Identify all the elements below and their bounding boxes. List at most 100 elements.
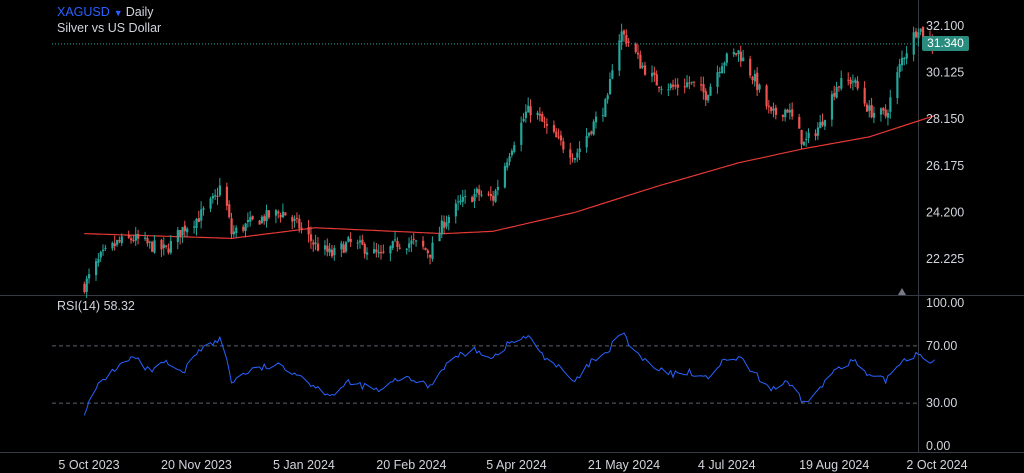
candle-body bbox=[886, 112, 890, 118]
price-tick-label: 30.125 bbox=[926, 66, 964, 80]
candle-body bbox=[120, 236, 123, 244]
candle-body bbox=[709, 86, 712, 96]
candle-body bbox=[365, 252, 369, 255]
candle-body bbox=[314, 242, 317, 244]
candle-body bbox=[165, 245, 168, 247]
candle-body bbox=[382, 251, 385, 253]
time-tick-label: 19 Aug 2024 bbox=[799, 458, 869, 472]
candle-body bbox=[772, 108, 775, 111]
price-tick-label: 24.200 bbox=[926, 205, 964, 219]
candle-body bbox=[686, 82, 689, 87]
candle-body bbox=[807, 132, 810, 138]
candle-body bbox=[132, 240, 135, 242]
candle-body bbox=[391, 241, 394, 248]
candle-body bbox=[718, 71, 721, 73]
candle-body bbox=[917, 32, 920, 39]
candle-body bbox=[116, 240, 119, 245]
candle-body bbox=[555, 131, 558, 138]
candle-body bbox=[508, 156, 511, 162]
candle-body bbox=[144, 237, 147, 240]
candle-body bbox=[650, 72, 654, 77]
candle-body bbox=[882, 108, 885, 111]
candle-body bbox=[487, 193, 490, 195]
candle-body bbox=[912, 32, 915, 55]
candle-body bbox=[805, 138, 808, 141]
chart-canvas[interactable]: 32.100 30.125 28.150 26.175 24.200 22.225 100.… bbox=[0, 0, 1024, 473]
candle-body bbox=[674, 85, 677, 87]
candle-body bbox=[732, 52, 735, 55]
candle-body bbox=[854, 79, 857, 83]
candle-body bbox=[573, 158, 577, 160]
candle-body bbox=[884, 109, 887, 117]
scroll-to-latest-icon[interactable] bbox=[898, 288, 906, 295]
candle-body bbox=[349, 238, 352, 243]
candle-body bbox=[405, 248, 408, 250]
candle-body bbox=[590, 131, 593, 134]
candle-body bbox=[307, 227, 310, 235]
candle-body bbox=[770, 106, 773, 112]
candle-body bbox=[725, 53, 728, 63]
candle-body bbox=[478, 189, 481, 195]
candle-body bbox=[424, 247, 427, 250]
candle-body bbox=[443, 221, 446, 228]
candle-body bbox=[774, 107, 778, 115]
candle-body bbox=[333, 248, 336, 256]
candle-body bbox=[503, 165, 507, 188]
candle-body bbox=[242, 226, 245, 231]
candle-body bbox=[536, 112, 539, 116]
candle-body bbox=[870, 105, 873, 118]
rsi-value: 58.32 bbox=[103, 299, 135, 313]
candle-body bbox=[312, 242, 315, 245]
candle-body bbox=[634, 43, 637, 53]
candle-body bbox=[494, 190, 497, 202]
candle-body bbox=[375, 249, 378, 253]
candle-body bbox=[903, 58, 906, 60]
chart-header: XAGUSD ▼ Daily bbox=[57, 5, 154, 19]
moving-average-line bbox=[84, 115, 935, 240]
candle-body bbox=[394, 239, 397, 241]
price-tick-label: 28.150 bbox=[926, 112, 964, 126]
candle-body bbox=[408, 243, 411, 248]
candle-body bbox=[83, 284, 86, 293]
candle-body bbox=[513, 145, 516, 152]
candle-body bbox=[225, 186, 229, 206]
candle-body bbox=[639, 54, 642, 69]
candle-body bbox=[914, 31, 918, 38]
candle-body bbox=[328, 248, 331, 253]
rsi-legend: RSI(14) 58.32 bbox=[57, 299, 135, 313]
candle-body bbox=[529, 106, 532, 116]
candle-body bbox=[786, 109, 789, 113]
candle-body bbox=[279, 214, 282, 218]
candle-body bbox=[865, 104, 869, 112]
candle-body bbox=[291, 216, 294, 222]
candle-body bbox=[447, 216, 450, 224]
candle-body bbox=[919, 28, 922, 32]
candle-body bbox=[693, 81, 696, 83]
candle-body bbox=[309, 234, 313, 241]
candle-body bbox=[102, 249, 105, 252]
candle-body bbox=[480, 194, 483, 196]
candle-body bbox=[655, 74, 658, 86]
rsi-tick-label: 70.00 bbox=[926, 339, 957, 353]
candle-body bbox=[176, 230, 179, 242]
candle-body bbox=[576, 152, 579, 158]
candle-body bbox=[739, 51, 742, 62]
candle-body bbox=[716, 72, 719, 87]
candle-body bbox=[620, 31, 623, 42]
symbol-selector[interactable]: XAGUSD bbox=[57, 5, 110, 19]
candle-body bbox=[202, 208, 205, 210]
candle-body bbox=[415, 240, 418, 242]
candle-body bbox=[545, 123, 549, 126]
rsi-tick-label: 30.00 bbox=[926, 396, 957, 410]
time-tick-label: 5 Oct 2023 bbox=[58, 458, 119, 472]
symbol-description: Silver vs US Dollar bbox=[57, 21, 162, 35]
candle-body bbox=[585, 136, 588, 148]
candle-body bbox=[527, 105, 530, 113]
dropdown-arrow-icon[interactable]: ▼ bbox=[114, 8, 123, 18]
candle-body bbox=[396, 241, 399, 247]
price-tick-label: 26.175 bbox=[926, 159, 964, 173]
candle-body bbox=[445, 222, 448, 227]
candle-body bbox=[569, 149, 572, 158]
timeframe-label[interactable]: Daily bbox=[126, 5, 154, 19]
candle-body bbox=[323, 245, 327, 250]
